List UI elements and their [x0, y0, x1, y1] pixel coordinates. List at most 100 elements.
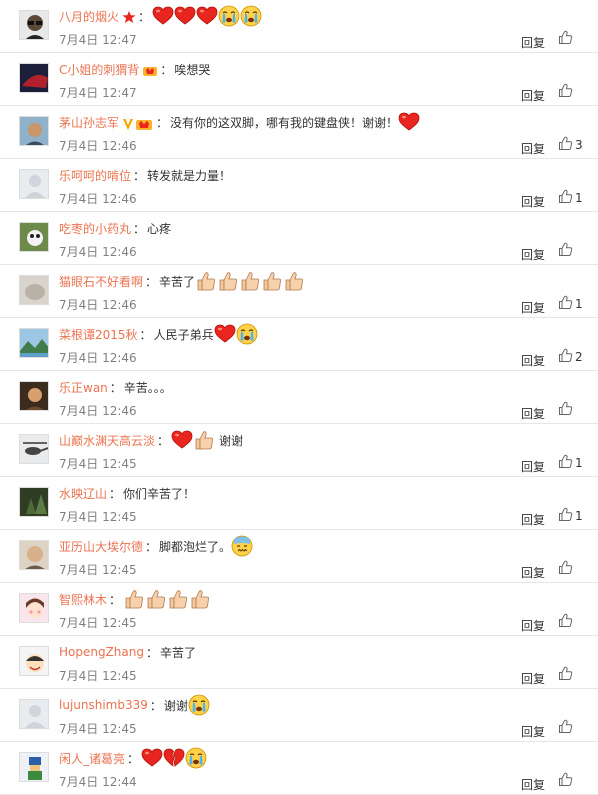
username-link[interactable]: 吃枣的小药丸: [59, 220, 131, 237]
like-button[interactable]: 1: [558, 507, 583, 525]
like-button[interactable]: 1: [558, 189, 583, 207]
avatar-default[interactable]: [19, 699, 49, 729]
username-link[interactable]: 茅山孙志军: [59, 114, 119, 131]
reply-button[interactable]: 回复: [521, 193, 545, 210]
comment-text: 你们辛苦了！: [123, 486, 196, 501]
crying-emoji-icon: [218, 5, 240, 27]
reply-button[interactable]: 回复: [521, 352, 545, 369]
like-button[interactable]: [558, 613, 575, 631]
comment-line: 闲人_诸葛亮：: [59, 747, 207, 769]
like-count: 1: [575, 191, 583, 205]
username-link[interactable]: HopengZhang: [59, 645, 144, 659]
avatar-forest[interactable]: [19, 487, 49, 517]
like-button[interactable]: 1: [558, 454, 583, 472]
separator: ：: [145, 274, 158, 289]
reply-button[interactable]: 回复: [521, 511, 545, 528]
comment-timestamp: 7月4日 12:45: [59, 457, 137, 471]
avatar-dark-red[interactable]: [19, 63, 49, 93]
avatar-stone[interactable]: [19, 275, 49, 305]
separator: ：: [109, 592, 122, 607]
reply-button[interactable]: 回复: [521, 617, 545, 634]
comment-row: 乐呵呵的啃位：转发就是力量！ 7月4日 12:46 回复 1: [0, 159, 598, 212]
avatar-panda[interactable]: [19, 222, 49, 252]
username-link[interactable]: 智熙林木: [59, 591, 107, 608]
like-button[interactable]: [558, 719, 575, 737]
comment-row: 茅山孙志军 ：没有你的这双脚，哪有我的键盘侠！谢谢！ 7月4日 12:46 回复 3: [0, 106, 598, 159]
avatar-helicopter[interactable]: [19, 434, 49, 464]
avatar-portrait[interactable]: [19, 381, 49, 411]
thumb-emoji-icon: [167, 588, 189, 610]
reply-button[interactable]: 回复: [521, 34, 545, 51]
avatar-cartoon-boy[interactable]: [19, 646, 49, 676]
like-button[interactable]: [558, 560, 575, 578]
thumb-emoji-icon: [193, 429, 215, 451]
username-link[interactable]: 猫眼石不好看啊: [59, 273, 143, 290]
reply-button[interactable]: 回复: [521, 723, 545, 740]
comment-text: 唉想哭: [174, 62, 211, 77]
comment-line: 八月的烟火 ：: [59, 5, 262, 27]
like-button[interactable]: [558, 666, 575, 684]
separator: ：: [149, 698, 162, 713]
username-link[interactable]: 水映辽山: [59, 485, 107, 502]
heart-emoji-icon: [398, 111, 420, 133]
like-button[interactable]: 3: [558, 136, 583, 154]
reply-button[interactable]: 回复: [521, 776, 545, 793]
avatar-glasses-man[interactable]: [19, 10, 49, 40]
avatar-pixel[interactable]: [19, 752, 49, 782]
reply-button[interactable]: 回复: [521, 246, 545, 263]
comment-row: HopengZhang：辛苦了 7月4日 12:45 回复: [0, 636, 598, 689]
username-link[interactable]: 闲人_诸葛亮: [59, 750, 125, 767]
avatar-cartoon-girl[interactable]: [19, 593, 49, 623]
like-count: 1: [575, 456, 583, 470]
username-link[interactable]: C小姐的刺猬背: [59, 61, 139, 78]
like-button[interactable]: [558, 242, 575, 260]
username-link[interactable]: 乐呵呵的啃位: [59, 167, 131, 184]
reply-button[interactable]: 回复: [521, 140, 545, 157]
like-button[interactable]: [558, 30, 575, 48]
avatar-man-outdoor[interactable]: [19, 116, 49, 146]
avatar-bald-man[interactable]: [19, 540, 49, 570]
comment-timestamp: 7月4日 12:46: [59, 245, 137, 259]
thumb-emoji-icon: [189, 588, 211, 610]
comment-text: 辛苦了: [160, 645, 197, 660]
username-link[interactable]: 菜根谭2015秋: [59, 326, 138, 343]
username-link[interactable]: 亚历山大埃尔德: [59, 538, 143, 555]
comment-text: 脚都泡烂了。: [159, 539, 232, 554]
emoji-group: [152, 5, 262, 27]
username-link[interactable]: 八月的烟火: [59, 8, 119, 25]
comment-row: 闲人_诸葛亮： 7月4日 12:44 回复: [0, 742, 598, 795]
username-link[interactable]: lujunshimb339: [59, 698, 148, 712]
comment-timestamp: 7月4日 12:46: [59, 298, 137, 312]
like-button[interactable]: 1: [558, 295, 583, 313]
comment-timestamp: 7月4日 12:47: [59, 86, 137, 100]
reply-button[interactable]: 回复: [521, 670, 545, 687]
comment-row: 乐正wan：辛苦。。。 7月4日 12:46 回复: [0, 371, 598, 424]
like-button[interactable]: 2: [558, 348, 583, 366]
avatar-landscape[interactable]: [19, 328, 49, 358]
reply-button[interactable]: 回复: [521, 405, 545, 422]
separator: ：: [157, 433, 170, 448]
thumb-emoji-icon: [261, 270, 283, 292]
username-link[interactable]: 山巅水渊天高云淡: [59, 432, 155, 449]
like-button[interactable]: [558, 83, 575, 101]
username-link[interactable]: 乐正wan: [59, 379, 108, 396]
reply-button[interactable]: 回复: [521, 87, 545, 104]
like-button[interactable]: [558, 772, 575, 790]
emoji-group: [188, 694, 210, 716]
comment-row: 菜根谭2015秋：人民子弟兵 7月4日 12:46 回复 2: [0, 318, 598, 371]
reply-button[interactable]: 回复: [521, 458, 545, 475]
heart-emoji-icon: [214, 323, 236, 345]
avatar-default[interactable]: [19, 169, 49, 199]
reply-button[interactable]: 回复: [521, 299, 545, 316]
thumb-emoji-icon: [145, 588, 167, 610]
comment-timestamp: 7月4日 12:45: [59, 669, 137, 683]
comment-timestamp: 7月4日 12:46: [59, 404, 137, 418]
reply-button[interactable]: 回复: [521, 564, 545, 581]
comment-text: 谢谢: [219, 433, 244, 448]
thumb-emoji-icon: [123, 588, 145, 610]
comment-row: lujunshimb339：谢谢 7月4日 12:45 回复: [0, 689, 598, 742]
emoji-group: [171, 429, 215, 451]
thumbs-up-icon: [558, 613, 573, 631]
like-button[interactable]: [558, 401, 575, 419]
heart-emoji-icon: [141, 747, 163, 769]
